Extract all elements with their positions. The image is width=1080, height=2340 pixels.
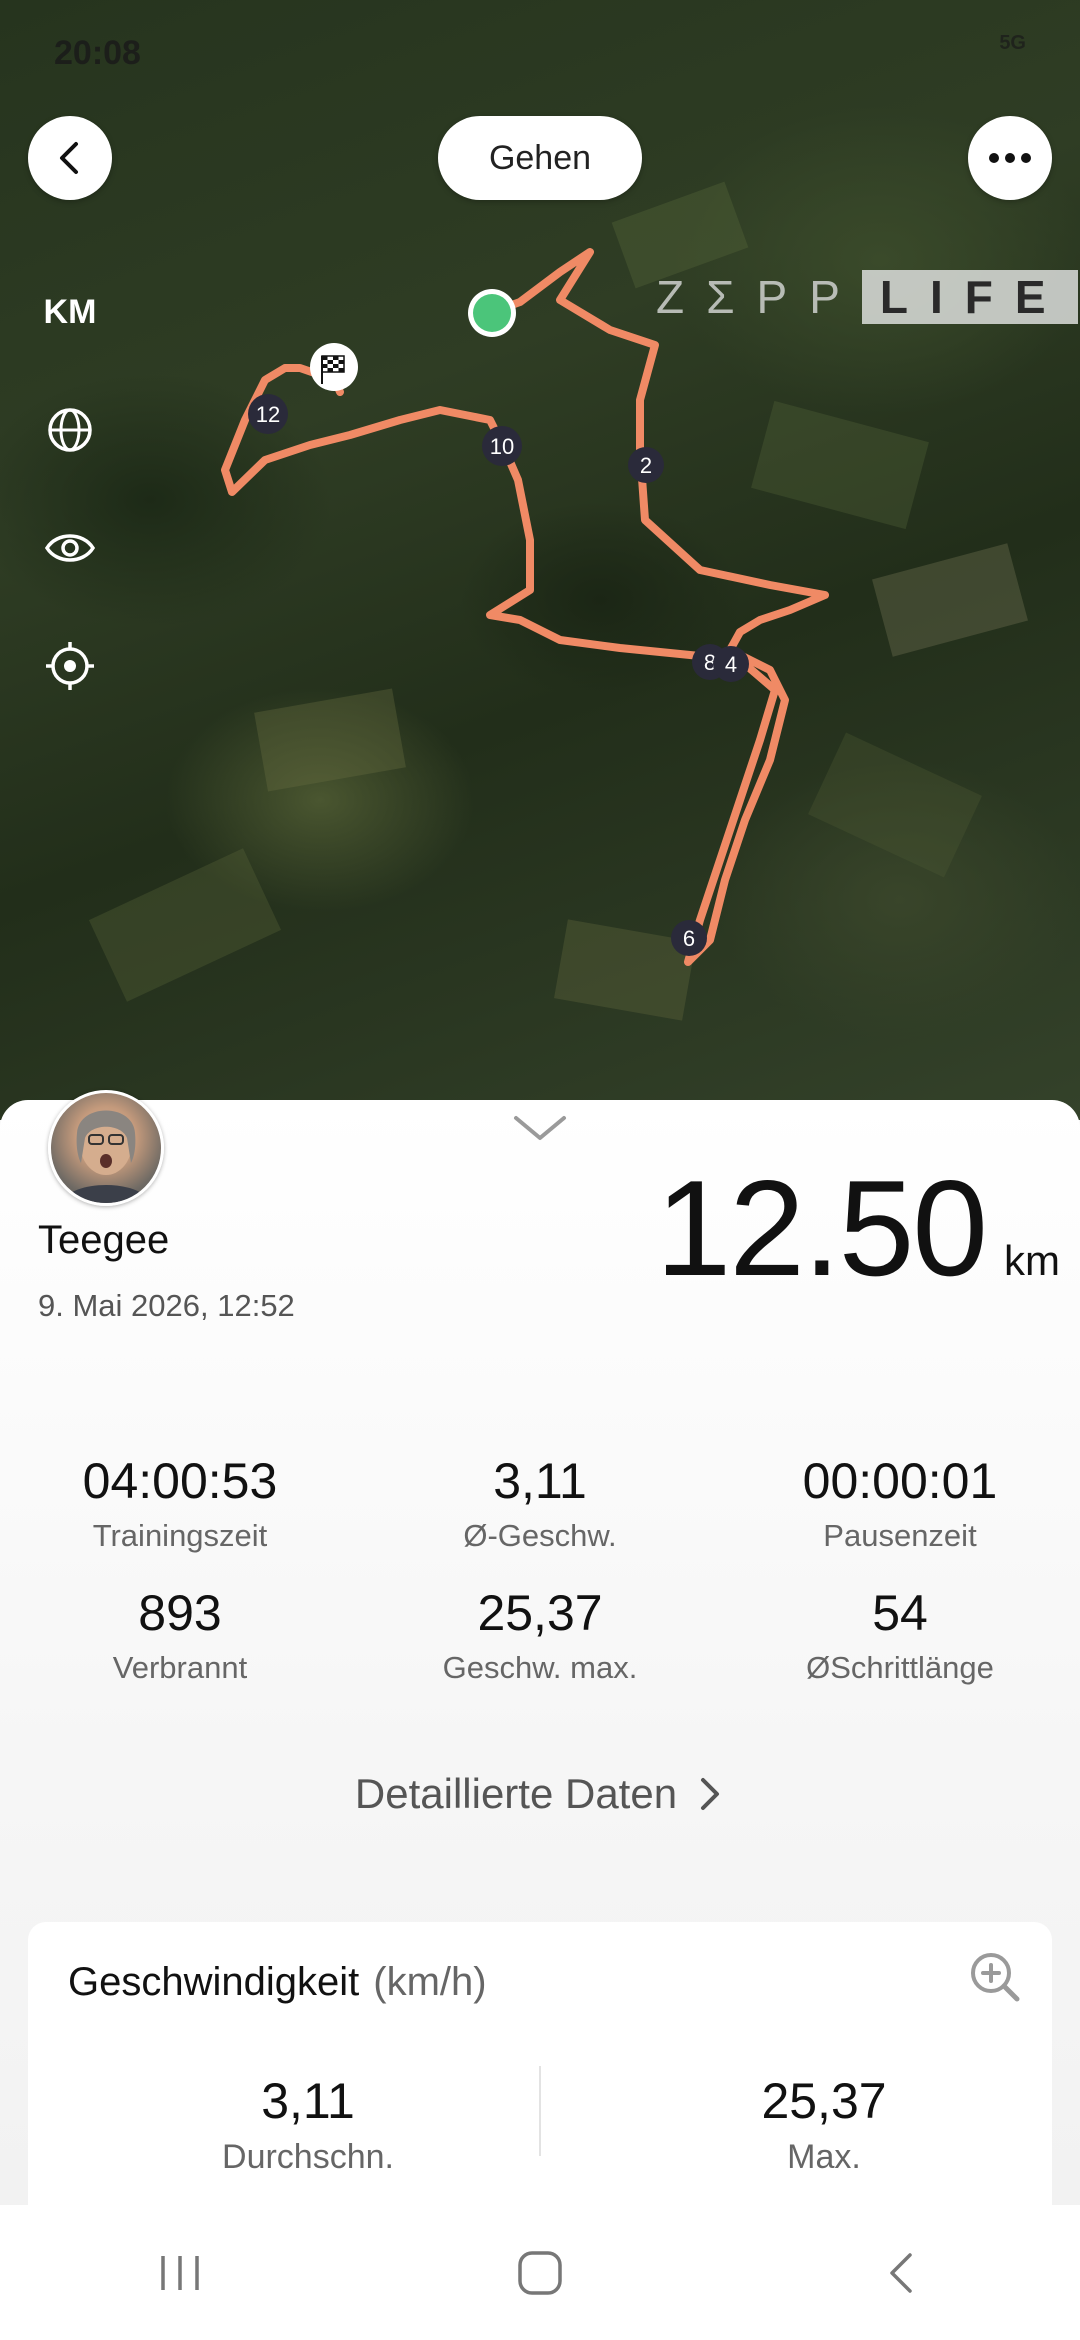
- recent-apps-icon: [161, 2255, 199, 2290]
- stat-value: 893: [138, 1585, 222, 1641]
- back-button[interactable]: [28, 116, 112, 200]
- map-layer-button[interactable]: [38, 398, 102, 462]
- km-marker-4: 4: [713, 646, 749, 682]
- avatar[interactable]: [48, 1090, 164, 1206]
- svg-text:12: 12: [256, 402, 280, 427]
- route-map[interactable]: 2 8 4 6 10 12 20:08 5G Gehen ZΣPP LIFE K…: [0, 0, 1080, 1120]
- status-network: 5G: [999, 32, 1026, 54]
- more-icon: [989, 153, 1031, 163]
- visibility-button[interactable]: [38, 516, 102, 580]
- stat-value: 3,11: [493, 1453, 587, 1509]
- unit-toggle-button[interactable]: KM: [38, 280, 102, 344]
- stat-max-speed: 25,37 Geschw. max.: [360, 1584, 720, 1686]
- system-back-button[interactable]: [840, 2233, 960, 2313]
- km-marker-6: 6: [671, 920, 707, 956]
- locate-icon: [46, 642, 94, 690]
- stat-training-time: 04:00:53 Trainingszeit: [0, 1452, 360, 1554]
- total-distance: 12.50 km: [656, 1150, 1060, 1306]
- svg-text:4: 4: [725, 652, 737, 677]
- speed-max-label: Max.: [787, 2138, 861, 2176]
- activity-type-button[interactable]: Gehen: [438, 116, 642, 200]
- recent-apps-button[interactable]: [120, 2233, 240, 2313]
- stat-value: 00:00:01: [802, 1453, 998, 1509]
- collapse-button[interactable]: [512, 1112, 568, 1149]
- activity-date: 9. Mai 2026, 12:52: [38, 1288, 295, 1323]
- speed-card-title-text: Geschwindigkeit: [68, 1960, 360, 2004]
- finish-flag-icon: [310, 343, 358, 391]
- eye-icon: [44, 534, 96, 562]
- watermark-left: ZΣPP: [656, 271, 862, 323]
- globe-icon: [48, 408, 92, 452]
- speed-avg: 3,11 Durchschn.: [118, 2072, 498, 2177]
- zoom-button[interactable]: [968, 1950, 1022, 2009]
- avatar-image: [61, 1110, 151, 1203]
- system-back-icon: [890, 2252, 912, 2293]
- svg-text:10: 10: [490, 434, 514, 459]
- stat-label: Ø-Geschw.: [463, 1518, 617, 1553]
- speed-card-title: Geschwindigkeit (km/h): [68, 1960, 487, 2005]
- speed-avg-value: 3,11: [261, 2073, 355, 2129]
- speed-card-unit: (km/h): [373, 1960, 487, 2004]
- user-name: Teegee: [38, 1218, 170, 1262]
- speed-max: 25,37 Max.: [634, 2072, 1014, 2177]
- home-icon: [518, 2250, 562, 2295]
- distance-value: 12.50: [655, 1152, 988, 1304]
- km-marker-2: 2: [628, 447, 664, 483]
- stat-value: 25,37: [477, 1585, 603, 1641]
- km-marker-12: 12: [248, 394, 288, 434]
- speed-max-value: 25,37: [761, 2073, 887, 2129]
- speed-avg-label: Durchschn.: [222, 2138, 394, 2176]
- back-icon: [60, 142, 78, 174]
- chevron-down-icon: [514, 1116, 566, 1140]
- svg-text:6: 6: [683, 926, 695, 951]
- chevron-right-icon: [701, 1778, 720, 1810]
- start-point-icon: [468, 289, 516, 337]
- system-nav-bar: [0, 2205, 1080, 2340]
- speed-card: Geschwindigkeit (km/h) 3,11 Durchschn. 25…: [28, 1922, 1052, 2252]
- stat-value: 04:00:53: [82, 1453, 278, 1509]
- distance-unit: km: [1004, 1237, 1060, 1284]
- stat-label: Geschw. max.: [442, 1650, 638, 1685]
- detailed-data-link[interactable]: Detaillierte Daten: [0, 1770, 1080, 1818]
- svg-text:2: 2: [640, 453, 652, 478]
- home-button[interactable]: [480, 2233, 600, 2313]
- more-button[interactable]: [968, 116, 1052, 200]
- stat-avg-speed: 3,11 Ø-Geschw.: [360, 1452, 720, 1554]
- stats-grid: 04:00:53 Trainingszeit 3,11 Ø-Geschw. 00…: [0, 1452, 1080, 1686]
- stat-stride-length: 54 ØSchrittlänge: [720, 1584, 1080, 1686]
- status-time: 20:08: [54, 34, 141, 72]
- stat-label: Verbrannt: [112, 1650, 248, 1685]
- stat-calories: 893 Verbrannt: [0, 1584, 360, 1686]
- stat-label: ØSchrittlänge: [806, 1650, 994, 1685]
- zepp-life-watermark: ZΣPP LIFE: [656, 270, 1078, 324]
- stat-label: Trainingszeit: [92, 1518, 268, 1553]
- locate-button[interactable]: [38, 634, 102, 698]
- km-marker-10: 10: [482, 426, 522, 466]
- watermark-right: LIFE: [861, 270, 1078, 324]
- stat-label: Pausenzeit: [823, 1518, 977, 1553]
- detailed-data-label: Detaillierte Daten: [354, 1770, 678, 1817]
- unit-toggle-label: KM: [43, 292, 97, 331]
- stat-value: 54: [872, 1585, 928, 1641]
- zoom-in-icon: [971, 1953, 1020, 2002]
- stat-pause-time: 00:00:01 Pausenzeit: [720, 1452, 1080, 1554]
- card-divider: [539, 2066, 541, 2156]
